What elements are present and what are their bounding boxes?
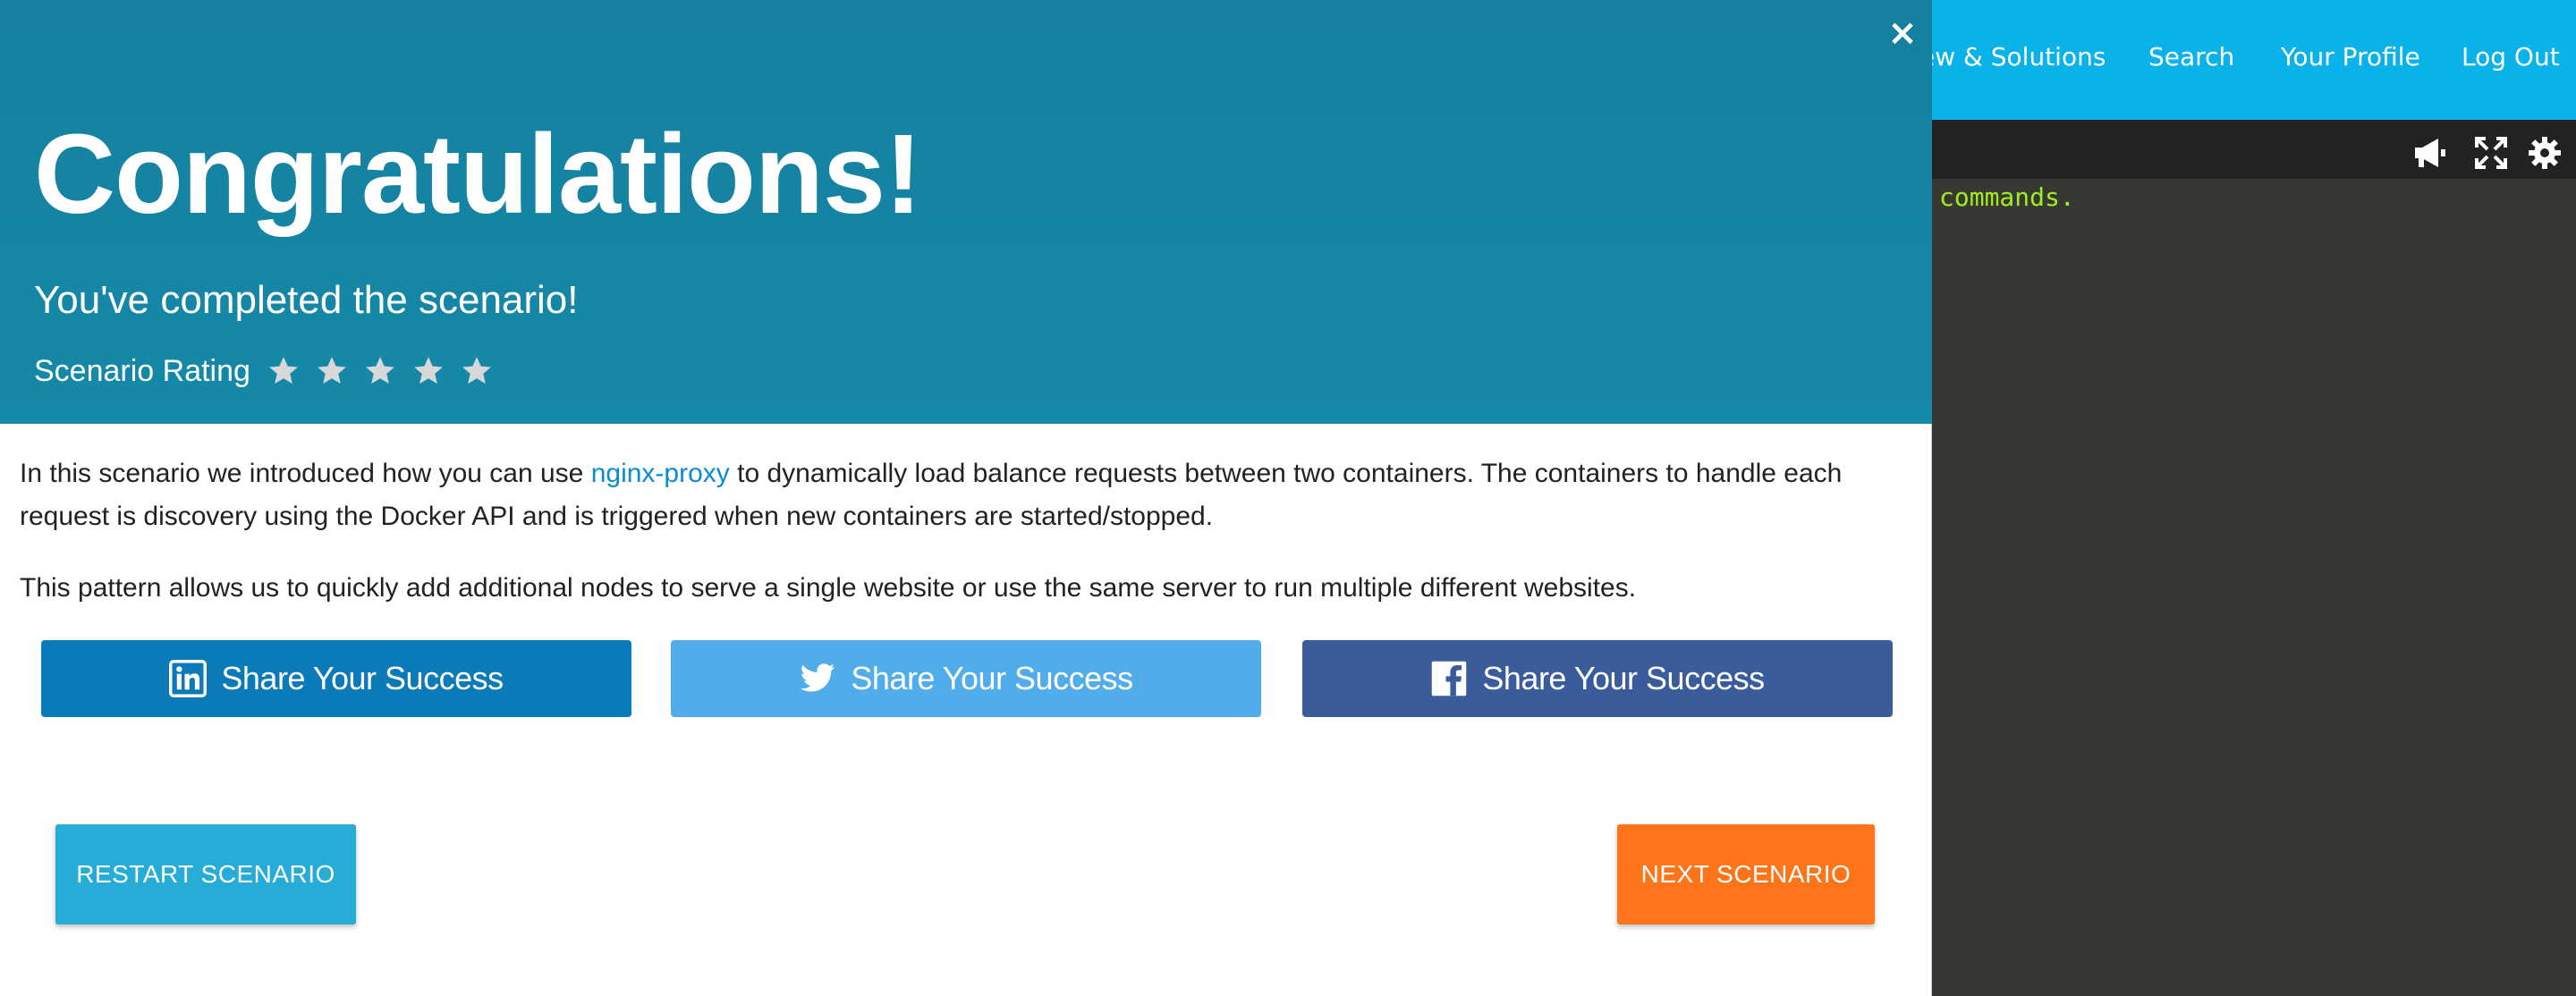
nav-link-log-out[interactable]: Log Out xyxy=(2462,41,2560,73)
share-linkedin-label: Share Your Success xyxy=(221,660,504,696)
share-linkedin-button[interactable]: Share Your Success xyxy=(41,640,631,717)
nav-link-your-profile[interactable]: Your Profile xyxy=(2281,41,2420,73)
modal-subtitle: You've completed the scenario! xyxy=(34,278,579,322)
nginx-proxy-link[interactable]: nginx-proxy xyxy=(591,459,730,488)
close-button[interactable]: × xyxy=(1882,13,1923,54)
rating-star-2-icon[interactable] xyxy=(315,354,349,388)
modal-title: Congratulations! xyxy=(34,111,922,237)
expand-icon[interactable] xyxy=(2474,136,2508,170)
share-facebook-button[interactable]: Share Your Success xyxy=(1302,640,1893,717)
modal-header: × Congratulations! You've completed the … xyxy=(0,0,1932,424)
nav-link-search[interactable]: Search xyxy=(2148,41,2234,73)
nav-link-review-solutions[interactable]: ew & Solutions xyxy=(1919,41,2106,73)
rating-label: Scenario Rating xyxy=(34,354,250,388)
rating-star-4-icon[interactable] xyxy=(411,354,445,388)
facebook-icon xyxy=(1432,661,1467,696)
scenario-pattern-text: This pattern allows us to quickly add ad… xyxy=(20,573,1637,603)
next-scenario-button[interactable]: NEXT SCENARIO xyxy=(1617,824,1875,924)
scenario-rating: Scenario Rating xyxy=(34,349,508,393)
rating-star-3-icon[interactable] xyxy=(363,354,397,388)
rating-star-1-icon[interactable] xyxy=(267,354,301,388)
scenario-summary: In this scenario we introduced how you c… xyxy=(20,452,1916,538)
linkedin-icon xyxy=(169,660,208,697)
share-twitter-button[interactable]: Share Your Success xyxy=(671,640,1261,717)
twitter-icon xyxy=(801,663,835,692)
completion-modal: × Congratulations! You've completed the … xyxy=(0,0,1932,996)
share-twitter-label: Share Your Success xyxy=(851,660,1133,696)
summary-text-start: In this scenario we introduced how you c… xyxy=(20,459,591,488)
restart-scenario-button[interactable]: RESTART SCENARIO xyxy=(55,824,356,924)
gear-icon[interactable] xyxy=(2528,136,2562,170)
share-facebook-label: Share Your Success xyxy=(1482,660,1765,696)
megaphone-icon[interactable] xyxy=(2411,136,2449,170)
terminal-output: commands. xyxy=(1939,182,2075,212)
rating-star-5-icon[interactable] xyxy=(460,354,494,388)
